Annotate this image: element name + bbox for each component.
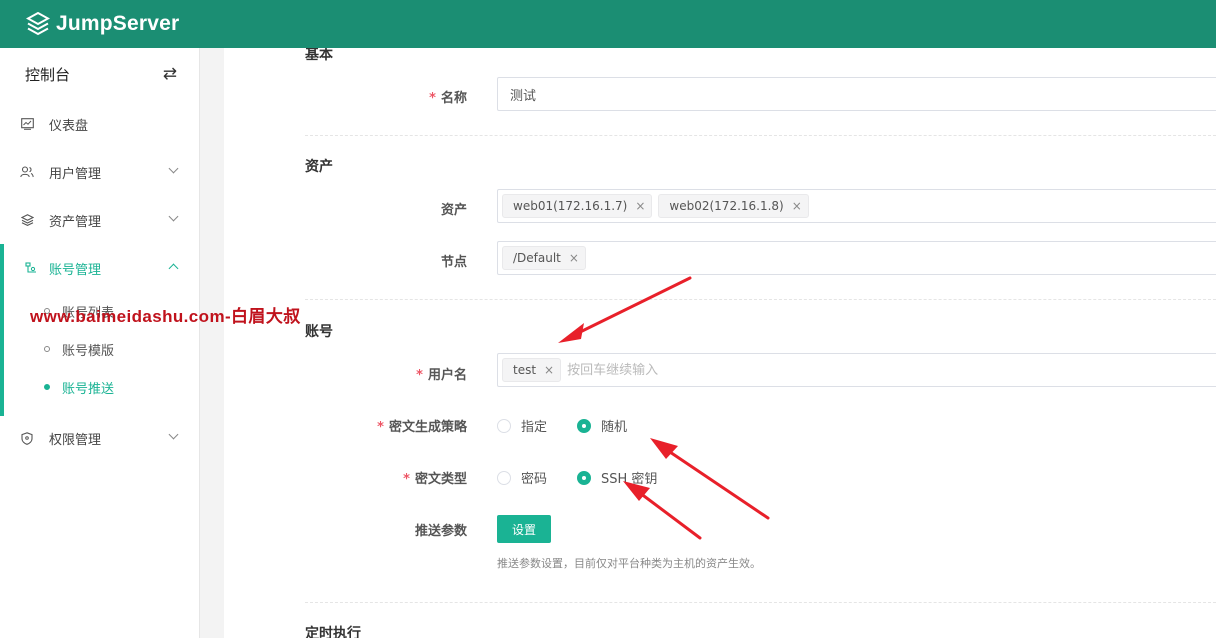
chevron-down-icon <box>168 429 179 440</box>
watermark-text: www.baimeidashu.com-白眉大叔 <box>30 307 301 326</box>
close-icon[interactable]: × <box>569 251 579 265</box>
sidebar-subitem-account-template[interactable]: 账号模版 <box>0 330 199 368</box>
required-mark: * <box>429 91 436 106</box>
secret-type-label: * 密文类型 <box>403 472 467 487</box>
required-mark: * <box>377 420 384 435</box>
brand-name[interactable]: JumpServer <box>56 12 179 36</box>
shield-icon <box>20 431 34 445</box>
push-params-help-text: 推送参数设置，目前仅对平台种类为主机的资产生效。 <box>497 557 761 570</box>
asset-tag: web01(172.16.1.7) × <box>502 194 653 218</box>
users-icon <box>20 165 34 179</box>
switch-view-icon[interactable]: ⇄ <box>163 64 177 84</box>
sidebar-subitem-account-push[interactable]: 账号推送 <box>0 368 199 406</box>
radio-type-password[interactable]: 密码 <box>497 468 547 487</box>
sidebar-subitem-label: 账号推送 <box>62 381 115 397</box>
sidebar: 控制台 ⇄ 仪表盘 用户管理 资产管理 账号管理 账号列表 账号模版 账号推送 … <box>0 48 200 638</box>
chevron-up-icon <box>168 263 179 274</box>
bullet-icon <box>44 346 50 352</box>
close-icon[interactable]: × <box>635 199 645 213</box>
name-field[interactable] <box>497 77 1216 111</box>
console-title: 控制台 <box>25 65 71 84</box>
name-label: * 名称 <box>429 91 467 106</box>
section-title-asset: 资产 <box>305 159 333 175</box>
secret-strategy-radio-group: 指定 随机 <box>497 416 657 435</box>
section-divider <box>305 299 1216 300</box>
required-mark: * <box>403 472 410 487</box>
top-navbar: JumpServer <box>0 0 1216 48</box>
close-icon[interactable]: × <box>544 363 554 377</box>
radio-circle[interactable] <box>577 470 592 485</box>
sidebar-item-label: 权限管理 <box>49 432 102 448</box>
radio-circle[interactable] <box>497 470 511 485</box>
assets-select[interactable]: web01(172.16.1.7) × web02(172.16.1.8) × <box>497 189 1216 223</box>
nodes-select[interactable]: /Default × <box>497 241 1216 275</box>
dashboard-icon <box>20 117 34 131</box>
username-tag-input[interactable]: test × <box>497 353 1216 387</box>
account-icon <box>24 261 38 275</box>
section-title-basic: 基本 <box>305 48 333 63</box>
radio-circle[interactable] <box>577 418 592 433</box>
radio-strategy-random[interactable]: 随机 <box>577 416 627 435</box>
radio-strategy-specify[interactable]: 指定 <box>497 416 547 435</box>
secret-strategy-label: * 密文生成策略 <box>377 420 467 435</box>
username-tag: test × <box>502 358 562 382</box>
sidebar-item-users[interactable]: 用户管理 <box>0 148 199 196</box>
required-mark: * <box>416 368 423 383</box>
section-divider <box>305 602 1216 603</box>
asset-tag: web02(172.16.1.8) × <box>658 194 809 218</box>
section-title-account: 账号 <box>305 324 333 340</box>
bullet-icon <box>44 384 50 390</box>
sidebar-item-dashboard[interactable]: 仪表盘 <box>0 100 199 148</box>
chevron-down-icon <box>168 211 179 222</box>
sidebar-item-permissions[interactable]: 权限管理 <box>0 414 199 462</box>
section-title-schedule: 定时执行 <box>305 626 361 638</box>
jumpserver-logo-icon[interactable] <box>26 12 50 36</box>
username-input[interactable] <box>567 355 1216 385</box>
console-header: 控制台 ⇄ <box>0 48 199 100</box>
sidebar-subitem-label: 账号模版 <box>62 343 115 359</box>
node-tag: /Default × <box>502 246 586 270</box>
nodes-label: 节点 <box>440 255 467 270</box>
section-divider <box>305 135 1216 136</box>
chevron-down-icon <box>168 163 179 174</box>
sidebar-item-label: 仪表盘 <box>49 118 89 134</box>
push-params-settings-button[interactable]: 设置 <box>497 515 552 543</box>
name-input[interactable] <box>502 79 1216 109</box>
sidebar-item-assets[interactable]: 资产管理 <box>0 196 199 244</box>
account-push-form: 基本 *名称 资产 资产 web01(172.16.1.7)× web02(17… <box>224 48 1216 638</box>
sidebar-item-label: 账号管理 <box>49 262 102 278</box>
assets-label: 资产 <box>440 203 467 218</box>
close-icon[interactable]: × <box>792 199 802 213</box>
sidebar-item-label: 用户管理 <box>49 166 102 182</box>
push-params-label: 推送参数 <box>414 524 467 539</box>
sidebar-item-accounts[interactable]: 账号管理 <box>0 244 199 292</box>
assets-icon <box>20 213 34 227</box>
username-label: * 用户名 <box>416 368 467 383</box>
secret-type-radio-group: 密码 SSH 密钥 <box>497 468 687 487</box>
radio-type-ssh-key[interactable]: SSH 密钥 <box>577 468 657 487</box>
sidebar-item-label: 资产管理 <box>49 214 102 230</box>
radio-circle[interactable] <box>497 418 511 433</box>
